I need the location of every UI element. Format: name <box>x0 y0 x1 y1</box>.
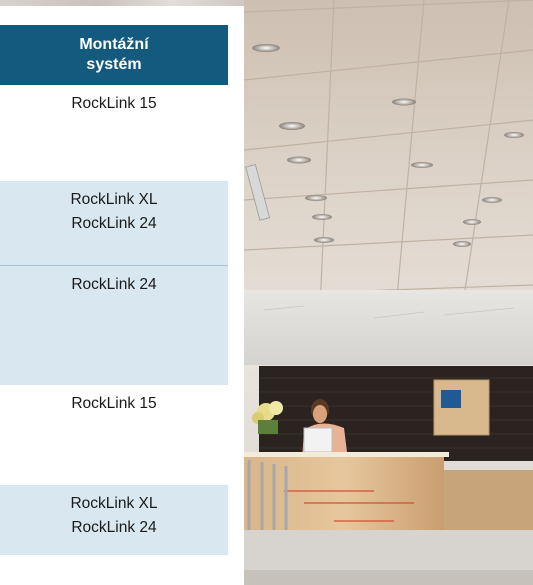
column-header: Montážní systém <box>0 25 228 85</box>
cell-text: RockLink 15 <box>71 395 157 412</box>
reception-photo <box>244 0 533 585</box>
cell-text: RockLink XL <box>70 495 158 512</box>
table-row: RockLink XL RockLink 24 <box>0 485 228 555</box>
cell-text: RockLink 24 <box>71 276 157 293</box>
cell-text: RockLink 24 <box>71 519 157 536</box>
cell-text: RockLink XL <box>70 191 158 208</box>
table-row: RockLink 15 <box>0 385 228 485</box>
table-row: RockLink XL RockLink 24 <box>0 181 228 265</box>
table-row: RockLink 24 <box>0 265 228 385</box>
column-header-label: Montážní systém <box>79 36 149 73</box>
table-row: RockLink 15 <box>0 85 228 181</box>
cell-text: RockLink 24 <box>71 215 157 232</box>
cell-text: RockLink 15 <box>71 95 157 112</box>
mounting-table: Montážní systém RockLink 15 RockLink XL … <box>0 6 244 585</box>
